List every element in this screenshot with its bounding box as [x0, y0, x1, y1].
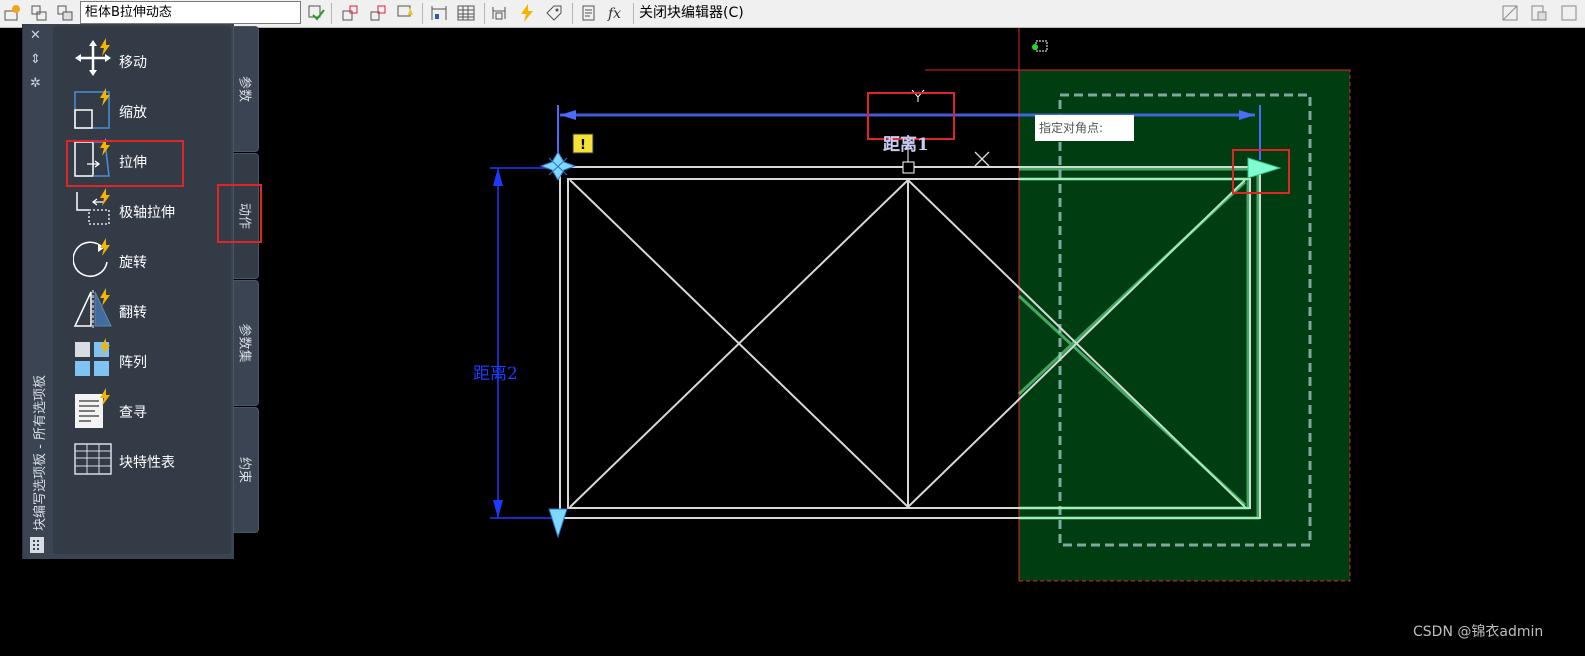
edit-block-icon[interactable]: [2, 3, 22, 23]
show-constraints-icon[interactable]: [1529, 3, 1549, 23]
midpoint-grip[interactable]: [902, 161, 915, 174]
block-name-field[interactable]: 柜体B拉伸动态: [80, 1, 301, 24]
snap-marker-icon: [911, 89, 925, 102]
dimension-line-distance2: [490, 167, 555, 519]
toolbar-separator: [633, 3, 634, 24]
auto-constrain-icon[interactable]: [340, 3, 360, 23]
crossing-selection-window: [1018, 69, 1351, 582]
cursor-pickbox-icon: [1032, 40, 1048, 52]
attribute-definition-icon[interactable]: [580, 3, 600, 23]
toolbar-separator: [484, 3, 485, 24]
attribute-icon[interactable]: [544, 3, 564, 23]
hide-constraints-icon[interactable]: [1500, 3, 1520, 23]
parameter-label-distance2[interactable]: 距离2: [473, 359, 518, 384]
test-block-icon[interactable]: [306, 3, 326, 23]
block-table-icon[interactable]: [456, 3, 476, 23]
constraint-status-icon[interactable]: [396, 3, 416, 23]
watermark: CSDN @锦衣admin: [1413, 624, 1544, 640]
toolbar-separator: [331, 3, 332, 24]
save-block-icon[interactable]: [29, 3, 49, 23]
action-icon[interactable]: [517, 3, 537, 23]
parameter-manager-icon[interactable]: fx: [606, 3, 626, 23]
save-as-block-icon[interactable]: [55, 3, 75, 23]
linear-constraint-icon[interactable]: [429, 3, 449, 23]
drawing-canvas[interactable]: ! 距离1 距离2 指定对角点:: [0, 28, 1585, 656]
svg-text:fx: fx: [607, 6, 621, 22]
block-editor-toolbar: 柜体B拉伸动态 fx 关闭块编辑器(C): [0, 0, 1585, 28]
dynamic-input-prompt: 指定对角点:: [1035, 115, 1134, 141]
parameter-label-distance1[interactable]: 距离1: [883, 130, 929, 155]
window-icon[interactable]: [1559, 3, 1579, 23]
distance2-arrow-grip[interactable]: [548, 508, 568, 539]
parameter-icon[interactable]: [490, 3, 510, 23]
toolbar-separator: [422, 3, 423, 24]
close-block-editor-button[interactable]: 关闭块编辑器(C): [639, 0, 744, 27]
svg-text:!: !: [580, 138, 586, 153]
warning-icon[interactable]: !: [572, 133, 594, 154]
geometric-constraint-icon[interactable]: [368, 3, 388, 23]
x-marker-icon: [974, 151, 990, 167]
drawing-area[interactable]: !: [0, 28, 1585, 656]
base-point-grip[interactable]: [539, 151, 577, 181]
toolbar-separator: [572, 3, 573, 24]
